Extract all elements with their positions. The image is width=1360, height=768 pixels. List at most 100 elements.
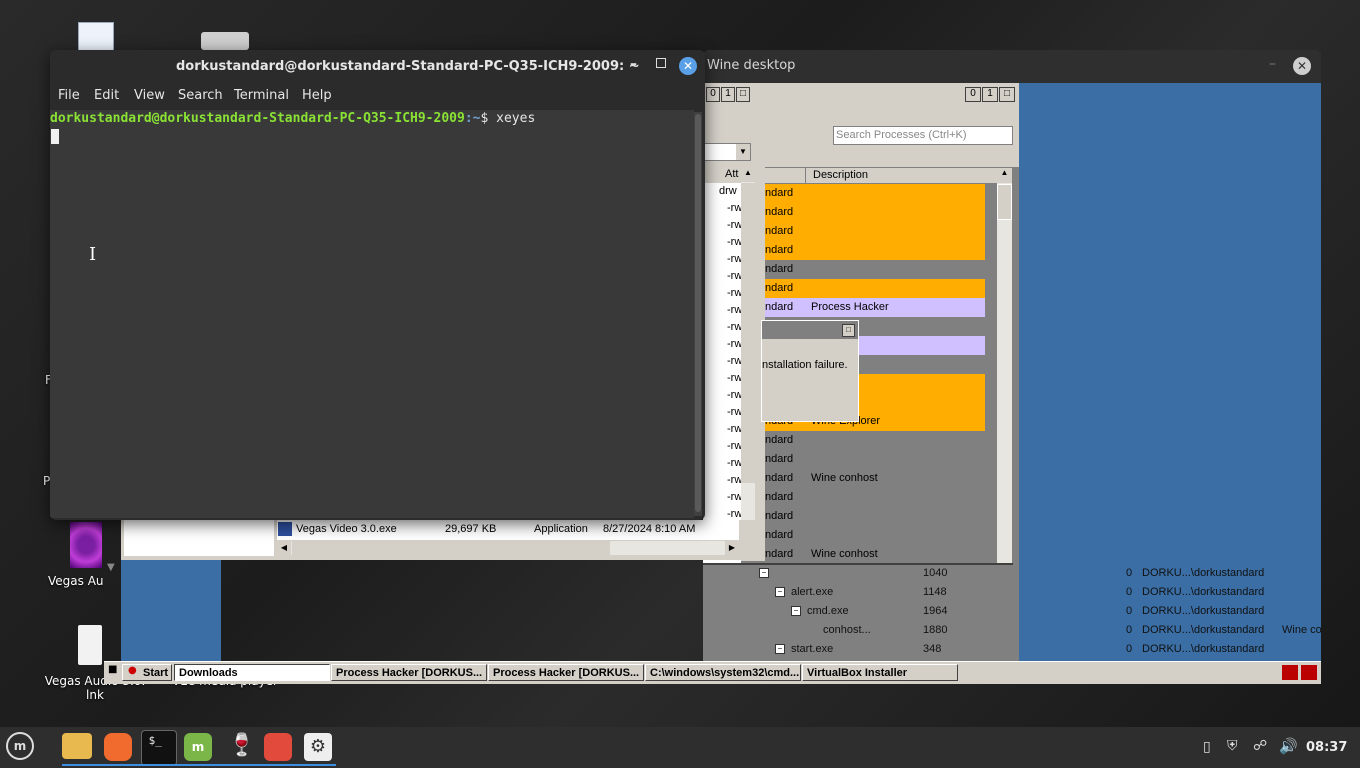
vegas-audio-icon[interactable] — [70, 522, 102, 568]
ph-scroll-thumb[interactable] — [997, 184, 1012, 220]
settings-icon[interactable]: ⚙ — [304, 733, 332, 761]
menu-file[interactable]: File — [58, 88, 80, 103]
terminal-scrollbar[interactable] — [694, 112, 702, 516]
network-icon[interactable]: ☍ — [1253, 738, 1267, 754]
process-row[interactable]: ndard — [765, 222, 985, 241]
explorer-btn-max[interactable]: □ — [736, 87, 750, 102]
explorer-btn-0[interactable]: 0 — [706, 87, 720, 102]
notification-icon[interactable]: ▯ — [1203, 739, 1211, 755]
attr-cell: -rw — [727, 491, 743, 503]
ph-minimize-button[interactable]: 0 — [965, 87, 981, 102]
shield-icon[interactable]: ⛨ — [1227, 738, 1238, 754]
tree-process-name[interactable]: conhost... — [823, 624, 871, 636]
terminal-output[interactable]: dorkustandard@dorkustandard-Standard-PC-… — [50, 110, 694, 518]
tree-expander-icon[interactable]: − — [775, 587, 785, 597]
menu-view[interactable]: View — [134, 88, 165, 103]
tree-process-name[interactable]: alert.exe — [791, 586, 833, 598]
panel-clock[interactable]: 08:37 — [1306, 740, 1347, 755]
process-row[interactable]: ndard — [765, 526, 985, 545]
ph-maximize-button[interactable]: 1 — [982, 87, 998, 102]
process-row[interactable]: ndard — [765, 431, 985, 450]
explorer-btn-1[interactable]: 1 — [721, 87, 735, 102]
file-name[interactable]: Vegas Video 3.0.exe — [296, 523, 397, 535]
explorer-vscrollbar[interactable]: ▲ — [741, 168, 755, 540]
attr-cell: -rw — [727, 457, 743, 469]
process-user: ndard — [765, 206, 794, 218]
dialog-close-button[interactable]: □ — [842, 324, 855, 337]
attr-cell: -rw — [727, 253, 743, 265]
taskbar-item-cmd[interactable]: C:\windows\system32\cmd... — [645, 664, 801, 681]
explorer-scroll-up[interactable]: ▲ — [741, 168, 755, 182]
process-row[interactable]: ndard — [765, 184, 985, 203]
taskbar-item-downloads[interactable]: Downloads — [174, 664, 330, 681]
menu-search[interactable]: Search — [178, 88, 223, 103]
terminal-scroll-thumb[interactable] — [695, 114, 701, 512]
wine-taskbar-icon[interactable]: ■ — [108, 664, 122, 681]
prompt-user: dorkustandard@dorkustandard-Standard-PC-… — [50, 111, 465, 126]
attr-cell: -rw — [727, 474, 743, 486]
desktop-printer-icon[interactable] — [201, 32, 249, 50]
menu-edit[interactable]: Edit — [94, 88, 119, 103]
tree-expander-icon[interactable]: − — [759, 568, 769, 578]
attr-cell: -rw — [727, 508, 743, 520]
files-icon[interactable] — [62, 733, 92, 759]
process-row[interactable]: ndard Wine conhost — [765, 545, 985, 564]
process-user: ndard — [765, 301, 794, 313]
explorer-scroll-arrow[interactable]: ▼ — [107, 562, 115, 573]
terminal-minimize-button[interactable]: – — [630, 56, 637, 72]
vegas-audio-lnk-icon[interactable] — [78, 625, 102, 665]
wine-desktop-blue-left — [121, 560, 221, 661]
firefox-icon[interactable] — [104, 733, 132, 761]
explorer-scroll-thumb[interactable] — [741, 183, 755, 483]
scroll-right-icon[interactable]: ▶ — [725, 541, 739, 555]
process-row[interactable]: ndard — [765, 279, 985, 298]
search-processes-input[interactable]: Search Processes (Ctrl+K) — [833, 126, 1013, 145]
terminal-close-button[interactable]: ✕ — [679, 57, 697, 75]
tree-user: DORKU...\dorkustandard — [1142, 567, 1265, 579]
wine-icon[interactable]: 🍷 — [228, 733, 255, 761]
explorer-address-dropdown[interactable]: ▼ — [703, 143, 751, 161]
scroll-left-icon[interactable]: ◀ — [277, 541, 291, 555]
process-row[interactable]: ndard — [765, 507, 985, 526]
tree-expander-icon[interactable]: − — [791, 606, 801, 616]
terminal-icon[interactable]: $_ — [141, 730, 177, 766]
process-row[interactable]: ndard — [765, 241, 985, 260]
systray-icon-2[interactable] — [1301, 665, 1317, 680]
attr-cell: -rw — [727, 338, 743, 350]
tree-expander-icon[interactable]: − — [775, 644, 785, 654]
process-row[interactable]: ndard — [765, 203, 985, 222]
taskbar-item-process-hacker-1[interactable]: Process Hacker [DORKUS... — [331, 664, 487, 681]
desktop-file-icon[interactable] — [78, 22, 114, 52]
process-row[interactable]: ndard — [765, 450, 985, 469]
process-row[interactable]: ndard Process Hacker — [765, 298, 985, 317]
menu-icon[interactable]: m — [6, 732, 34, 760]
file-hscrollbar[interactable]: ◀ ▶ — [277, 541, 739, 555]
taskbar-item-virtualbox-installer[interactable]: VirtualBox Installer — [802, 664, 958, 681]
mintinstall-icon[interactable]: m — [184, 733, 212, 761]
attr-cell: -rw — [727, 202, 743, 214]
description-header[interactable]: Description — [813, 169, 868, 181]
gimp-icon[interactable] — [264, 733, 292, 761]
process-row[interactable]: ndard — [765, 488, 985, 507]
terminal-maximize-button[interactable] — [656, 58, 666, 68]
explorer-window: 0 1 □ ▼ Att drw -rw -rw -rw -rw -rw -rw -rw -rw -… — [703, 83, 765, 565]
attr-cell: drw — [719, 185, 737, 197]
tree-cpu: 0 — [1126, 624, 1133, 636]
process-description: Wine conhost — [811, 472, 878, 484]
ph-scroll-up[interactable]: ▲ — [997, 168, 1012, 183]
tree-process-name[interactable]: start.exe — [791, 643, 833, 655]
wine-minimize-button[interactable]: – — [1269, 56, 1276, 72]
volume-icon[interactable]: 🔊 — [1279, 737, 1298, 755]
process-row[interactable]: ndard — [765, 260, 985, 279]
process-user: ndard — [765, 510, 794, 522]
menu-help[interactable]: Help — [302, 88, 332, 103]
ph-restore-button[interactable]: □ — [999, 87, 1015, 102]
tree-process-name[interactable]: cmd.exe — [807, 605, 849, 617]
taskbar-item-process-hacker-2[interactable]: Process Hacker [DORKUS... — [488, 664, 644, 681]
chevron-down-icon[interactable]: ▼ — [736, 144, 750, 160]
systray-icon-1[interactable] — [1282, 665, 1298, 680]
wine-close-button[interactable]: ✕ — [1293, 57, 1311, 75]
process-row[interactable]: ndard Wine conhost — [765, 469, 985, 488]
file-hscroll-thumb[interactable] — [292, 541, 610, 555]
menu-terminal[interactable]: Terminal — [234, 88, 289, 103]
